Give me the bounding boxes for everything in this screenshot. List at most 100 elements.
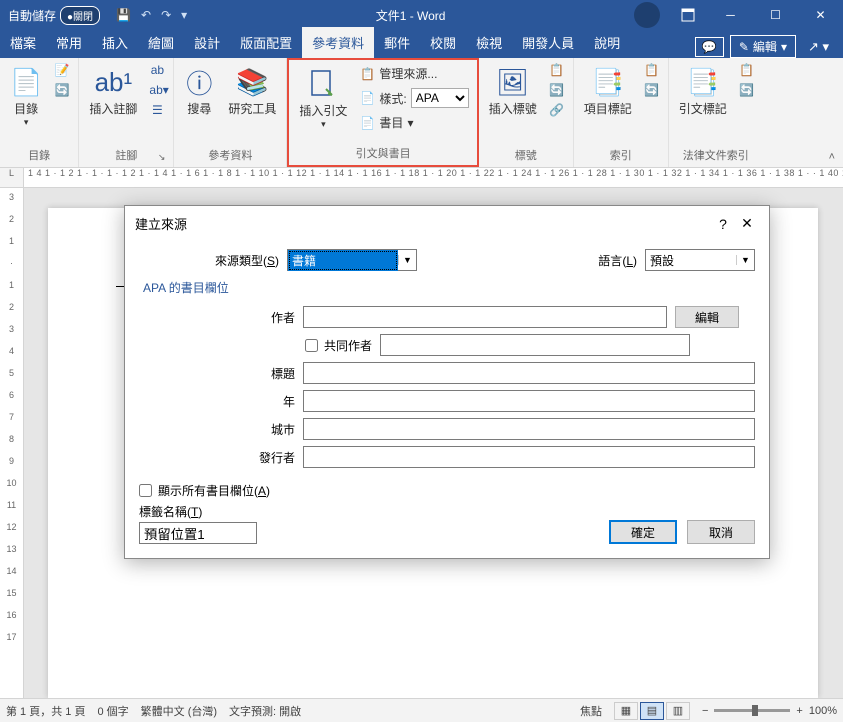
cross-reference-button[interactable]: 🔗 bbox=[547, 102, 567, 118]
corporate-author-checkbox[interactable] bbox=[305, 339, 318, 352]
add-text-button[interactable]: 📝 bbox=[52, 62, 72, 78]
tab-home[interactable]: 常用 bbox=[46, 27, 92, 58]
show-all-fields-checkbox[interactable] bbox=[139, 484, 152, 497]
toc-icon: 📄 bbox=[10, 64, 42, 100]
create-source-dialog: 建立來源 ? ✕ 來源類型(S) 書籍 ▼ 語言(L) 預設 ▼ APA 的書目… bbox=[124, 205, 770, 559]
update-toc-button[interactable]: 🔄 bbox=[52, 82, 72, 98]
footnote-icon: ab¹ bbox=[95, 64, 133, 100]
view-print-layout[interactable]: ▤ bbox=[640, 702, 664, 720]
city-input[interactable] bbox=[303, 418, 755, 440]
cancel-button[interactable]: 取消 bbox=[687, 520, 755, 544]
view-web-layout[interactable]: ▥ bbox=[666, 702, 690, 720]
tab-references[interactable]: 參考資料 bbox=[302, 27, 374, 58]
toc-button[interactable]: 📄 目錄▾ bbox=[6, 62, 46, 130]
tab-review[interactable]: 校閱 bbox=[420, 27, 466, 58]
autosave-toggle[interactable]: 自動儲存 ●關閉 bbox=[0, 6, 108, 25]
comments-button[interactable]: 💬 bbox=[695, 37, 724, 57]
dialog-help-button[interactable]: ? bbox=[711, 216, 735, 232]
status-page[interactable]: 第 1 頁，共 1 頁 bbox=[6, 703, 85, 719]
vertical-ruler[interactable]: 321·1234567891011121314151617 bbox=[0, 188, 24, 698]
tab-developer[interactable]: 開發人員 bbox=[512, 27, 584, 58]
status-word-count[interactable]: 0 個字 bbox=[97, 703, 128, 719]
search-button[interactable]: ⓘ 搜尋 bbox=[180, 62, 218, 119]
mark-citation-button[interactable]: 📑 引文標記 bbox=[675, 62, 731, 119]
research-tools-button[interactable]: 📚 研究工具 bbox=[224, 62, 280, 119]
redo-icon[interactable]: ↷ bbox=[161, 8, 171, 22]
tab-mailings[interactable]: 郵件 bbox=[374, 27, 420, 58]
tag-name-input[interactable] bbox=[139, 522, 257, 544]
horizontal-ruler[interactable]: 1 4 1 · 1 2 1 · 1 · 1 · 1 2 1 · 1 4 1 · … bbox=[24, 168, 843, 188]
group-citation: 引文與書目 bbox=[295, 143, 470, 163]
tab-design[interactable]: 設計 bbox=[184, 27, 230, 58]
zoom-out-button[interactable]: − bbox=[702, 705, 708, 717]
tab-layout[interactable]: 版面配置 bbox=[230, 27, 302, 58]
update-authorities-button[interactable]: 🔄 bbox=[737, 82, 757, 98]
insert-index-button[interactable]: 📋 bbox=[642, 62, 662, 78]
status-text-predict[interactable]: 文字預測: 開啟 bbox=[229, 703, 301, 719]
qat-dropdown-icon[interactable]: ▾ bbox=[181, 8, 187, 22]
corporate-author-label: 共同作者 bbox=[324, 337, 372, 354]
language-label: 語言(L) bbox=[598, 252, 637, 269]
next-footnote-button[interactable]: ab▾ bbox=[147, 82, 167, 98]
status-language[interactable]: 繁體中文 (台灣) bbox=[141, 703, 217, 719]
insert-citation-button[interactable]: 插入引文▾ bbox=[295, 64, 351, 132]
title-input[interactable] bbox=[303, 362, 755, 384]
edit-author-button[interactable]: 編輯 bbox=[675, 306, 739, 328]
update-index-button[interactable]: 🔄 bbox=[642, 82, 662, 98]
insert-caption-button[interactable]: 🖼 插入標號 bbox=[485, 62, 541, 119]
bibliography-button[interactable]: 📄書目 ▾ bbox=[357, 113, 470, 132]
collapse-ribbon-button[interactable]: ˄ bbox=[829, 151, 835, 163]
editing-mode-button[interactable]: ✎ 編輯 ▾ bbox=[730, 35, 796, 58]
citation-style-select[interactable]: 📄樣式: APA bbox=[357, 87, 470, 109]
tab-draw[interactable]: 繪圖 bbox=[138, 27, 184, 58]
tab-insert[interactable]: 插入 bbox=[92, 27, 138, 58]
footnote-dialog-launcher[interactable]: ↘ bbox=[158, 152, 166, 163]
books-icon: 📚 bbox=[236, 64, 268, 100]
tag-name-label: 標籤名稱(T) bbox=[139, 503, 755, 520]
insert-endnote-button[interactable]: ab bbox=[147, 62, 167, 78]
tab-view[interactable]: 檢視 bbox=[466, 27, 512, 58]
document-title: 文件1 - Word bbox=[195, 7, 626, 24]
tab-help[interactable]: 說明 bbox=[584, 27, 630, 58]
zoom-level[interactable]: 100% bbox=[809, 705, 837, 717]
mark-entry-button[interactable]: 📑 項目標記 bbox=[580, 62, 636, 119]
city-label: 城巿 bbox=[139, 421, 295, 438]
ok-button[interactable]: 確定 bbox=[609, 520, 677, 544]
chevron-down-icon[interactable]: ▼ bbox=[736, 255, 754, 265]
publisher-input[interactable] bbox=[303, 446, 755, 468]
update-table-button[interactable]: 🔄 bbox=[547, 82, 567, 98]
corporate-author-input[interactable] bbox=[380, 334, 690, 356]
share-button[interactable]: ↗ ▾ bbox=[802, 37, 835, 57]
view-read-mode[interactable]: ▦ bbox=[614, 702, 638, 720]
style-dropdown[interactable]: APA bbox=[411, 88, 469, 108]
year-input[interactable] bbox=[303, 390, 755, 412]
zoom-in-button[interactable]: + bbox=[796, 705, 802, 717]
insert-footnote-button[interactable]: ab¹ 插入註腳 bbox=[85, 62, 141, 119]
undo-icon[interactable]: ↶ bbox=[141, 8, 151, 22]
insert-authorities-button[interactable]: 📋 bbox=[737, 62, 757, 78]
user-avatar[interactable] bbox=[634, 2, 660, 28]
close-button[interactable]: ✕ bbox=[798, 0, 843, 30]
insert-table-figures-button[interactable]: 📋 bbox=[547, 62, 567, 78]
status-focus[interactable]: 焦點 bbox=[580, 703, 602, 719]
ribbon-display-options[interactable] bbox=[668, 8, 708, 22]
manage-sources-button[interactable]: 📋管理來源... bbox=[357, 64, 470, 83]
chevron-down-icon[interactable]: ▼ bbox=[398, 255, 416, 265]
language-select[interactable]: 預設 ▼ bbox=[645, 249, 755, 271]
source-type-label: 來源類型(S) bbox=[139, 252, 279, 269]
dialog-close-button[interactable]: ✕ bbox=[735, 215, 759, 232]
save-icon[interactable]: 💾 bbox=[116, 8, 131, 22]
year-label: 年 bbox=[139, 393, 295, 410]
ruler-corner: L bbox=[0, 168, 24, 188]
tab-file[interactable]: 檔案 bbox=[0, 27, 46, 58]
search-icon: ⓘ bbox=[186, 64, 212, 100]
author-input[interactable] bbox=[303, 306, 667, 328]
ribbon: 📄 目錄▾ 📝 🔄 目錄 ab¹ 插入註腳 ab ab▾ ☰ 註腳↘ bbox=[0, 58, 843, 168]
group-authorities: 法律文件索引 bbox=[675, 145, 757, 165]
show-notes-button[interactable]: ☰ bbox=[147, 102, 167, 118]
titlebar: 自動儲存 ●關閉 💾 ↶ ↷ ▾ 文件1 - Word ─ ☐ ✕ bbox=[0, 0, 843, 30]
zoom-slider[interactable] bbox=[714, 709, 790, 712]
maximize-button[interactable]: ☐ bbox=[753, 0, 798, 30]
source-type-select[interactable]: 書籍 ▼ bbox=[287, 249, 417, 271]
minimize-button[interactable]: ─ bbox=[708, 0, 753, 30]
